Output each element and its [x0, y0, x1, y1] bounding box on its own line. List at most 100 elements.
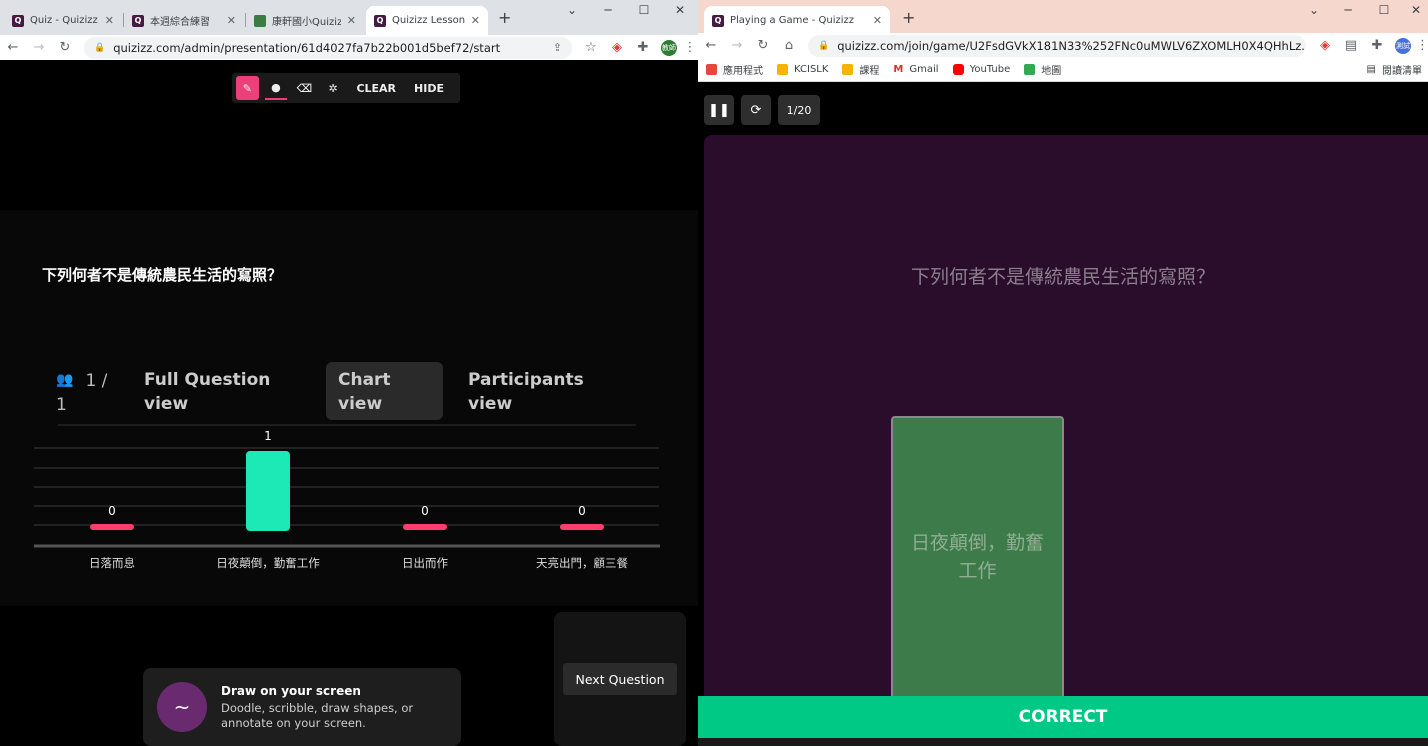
close-icon[interactable]: ✕ [347, 14, 356, 27]
new-tab-icon[interactable]: + [902, 8, 915, 27]
bookmark-courses[interactable]: 課程 [842, 62, 879, 77]
next-question-button[interactable]: Next Question [563, 663, 677, 695]
puzzle-icon[interactable]: ✚ [630, 40, 656, 55]
puzzle-icon[interactable]: ✚ [1364, 38, 1390, 53]
game-top-bar: ❚❚ ⟳ 1/20 [698, 83, 1428, 135]
window-close-icon[interactable]: ✕ [1398, 3, 1428, 17]
menu-kebab-icon[interactable]: ⋮ [682, 40, 698, 55]
chart-value-label-3: 0 [578, 504, 586, 518]
menu-kebab-icon[interactable]: ⋮ [1416, 38, 1428, 53]
pen-icon[interactable]: ✎ [236, 76, 259, 100]
reload-icon[interactable]: ↻ [750, 38, 776, 53]
extension-icon[interactable]: ◈ [604, 40, 630, 55]
chart-category-label-2: 日出而作 [402, 556, 448, 570]
lock-icon: 🔒 [818, 40, 830, 51]
close-icon[interactable]: ✕ [227, 14, 236, 27]
tab-search-chevron-icon[interactable]: ⌄ [1296, 3, 1332, 17]
close-icon[interactable]: ✕ [471, 14, 480, 27]
minimize-icon[interactable]: ─ [1330, 3, 1366, 17]
refresh-icon[interactable]: ⟳ [741, 95, 771, 125]
eraser-icon[interactable]: ⌫ [293, 76, 316, 100]
question-text: 下列何者不是傳統農民生活的寫照？ [42, 266, 283, 284]
clear-button[interactable]: CLEAR [350, 76, 402, 100]
hide-button[interactable]: HIDE [408, 76, 450, 100]
gmail-icon: M [893, 64, 904, 75]
close-icon[interactable]: ✕ [873, 14, 882, 27]
tab-search-chevron-icon[interactable]: ⌄ [554, 3, 590, 17]
game-question-text: 下列何者不是傳統農民生活的寫照？ [910, 266, 1215, 288]
correct-banner: CORRECT [698, 696, 1428, 738]
extension-icon[interactable]: ◈ [1312, 38, 1338, 53]
maximize-icon[interactable]: ☐ [626, 3, 662, 17]
forward-arrow-icon[interactable]: → [26, 40, 52, 55]
chart-category-label-1: 日夜顛倒，勤奮工作 [216, 556, 320, 570]
site-favicon-icon [254, 14, 266, 27]
apps-grid-icon [706, 64, 717, 75]
tab-kangxuan[interactable]: 康軒國小Quizizz ✕ [246, 6, 364, 35]
bookmark-kcislk[interactable]: KCISLK [777, 64, 828, 75]
lock-icon: 🔒 [94, 42, 106, 53]
tab-chart-view[interactable]: Chart view [326, 362, 443, 420]
new-tab-icon[interactable]: + [498, 8, 511, 27]
quizizz-favicon-icon: Q [712, 14, 724, 27]
question-progress: 1/20 [778, 95, 820, 125]
profile-avatar[interactable]: 測試 [1395, 37, 1411, 54]
browser-toolbar: ← → ↻ ⌂ 🔒 quizizz.com/join/game/U2FsdGVk… [698, 33, 1428, 58]
bottom-strip [698, 738, 1428, 746]
settings-gear-icon[interactable]: ✲ [322, 76, 345, 100]
close-icon[interactable]: ✕ [105, 14, 114, 27]
classroom-icon [842, 64, 854, 75]
folder-icon [777, 64, 788, 75]
teacher-browser-window: Q Quiz - Quizizz ✕ Q 本週綜合練習 ✕ 康軒國小Quiziz… [0, 0, 698, 746]
youtube-icon [952, 64, 964, 75]
home-icon[interactable]: ⌂ [776, 38, 802, 53]
quizizz-favicon-icon: Q [12, 14, 24, 27]
chart-category-label-0: 日落而息 [89, 556, 135, 570]
chart-bar-3 [560, 524, 604, 530]
chart-bar-1 [246, 451, 290, 531]
scribble-icon: ~ [157, 682, 207, 732]
bookmark-gmail[interactable]: M Gmail [893, 64, 938, 75]
respondent-count: 👥 1 / [56, 371, 108, 391]
tab-participants-view[interactable]: Participants view [456, 362, 616, 420]
pause-icon[interactable]: ❚❚ [704, 95, 734, 125]
student-browser-window: Q Playing a Game - Quizizz ✕ + ⌄ ─ ☐ ✕ ←… [698, 0, 1428, 746]
tab-strip: Q Playing a Game - Quizizz ✕ + ⌄ ─ ☐ ✕ [698, 0, 1428, 35]
quizizz-favicon-icon: Q [374, 14, 386, 27]
address-bar[interactable]: 🔒 quizizz.com/join/game/U2FsdGVkX181N33%… [808, 34, 1306, 57]
color-palette-icon[interactable]: ● [264, 76, 288, 100]
drawing-toolbar: ✎ ● ⌫ ✲ CLEAR HIDE [232, 73, 460, 103]
reader-icon[interactable]: ▤ [1338, 38, 1364, 53]
selected-answer-card: 日夜顛倒，勤奮 工作 [891, 416, 1064, 698]
game-area [704, 135, 1428, 696]
response-chart [34, 424, 660, 548]
star-icon[interactable]: ☆ [578, 40, 604, 55]
tab-quizizz-lesson[interactable]: Q Quizizz Lesson ✕ [366, 6, 488, 35]
bookmark-youtube[interactable]: YouTube [952, 64, 1010, 75]
address-bar[interactable]: 🔒 quizizz.com/admin/presentation/61d4027… [84, 36, 572, 59]
tab-full-question-view[interactable]: Full Question view [132, 362, 302, 420]
minimize-icon[interactable]: ─ [590, 3, 626, 17]
back-arrow-icon[interactable]: ← [698, 38, 724, 53]
tab-quiz[interactable]: Q Quiz - Quizizz ✕ [4, 6, 122, 35]
share-icon[interactable]: ⇪ [547, 41, 562, 54]
chart-value-label-1: 1 [264, 429, 272, 443]
bookmark-apps[interactable]: 應用程式 [706, 62, 763, 77]
back-arrow-icon[interactable]: ← [0, 40, 26, 55]
people-icon: 👥 [56, 372, 74, 388]
chart-category-label-3: 天亮出門，顧三餐 [536, 556, 628, 570]
bookmarks-bar: 應用程式 KCISLK 課程 M Gmail YouTube 地圖 ▤ 閱讀清單 [698, 58, 1428, 82]
browser-toolbar: ← → ↻ 🔒 quizizz.com/admin/presentation/6… [0, 35, 698, 60]
bookmark-maps[interactable]: 地圖 [1024, 62, 1061, 77]
maximize-icon[interactable]: ☐ [1366, 3, 1402, 17]
tab-weekly-practice[interactable]: Q 本週綜合練習 ✕ [124, 6, 244, 35]
profile-avatar[interactable]: 教師 [661, 39, 677, 56]
reload-icon[interactable]: ↻ [52, 40, 78, 55]
draw-on-screen-card[interactable]: ~ Draw on your screen Doodle, scribble, … [143, 668, 461, 746]
forward-arrow-icon[interactable]: → [724, 38, 750, 53]
reading-list[interactable]: ▤ 閱讀清單 [1367, 62, 1422, 77]
chart-value-label-2: 0 [421, 504, 429, 518]
window-close-icon[interactable]: ✕ [662, 3, 698, 17]
chart-bar-0 [90, 524, 134, 530]
tab-playing-game[interactable]: Q Playing a Game - Quizizz ✕ [704, 6, 890, 35]
